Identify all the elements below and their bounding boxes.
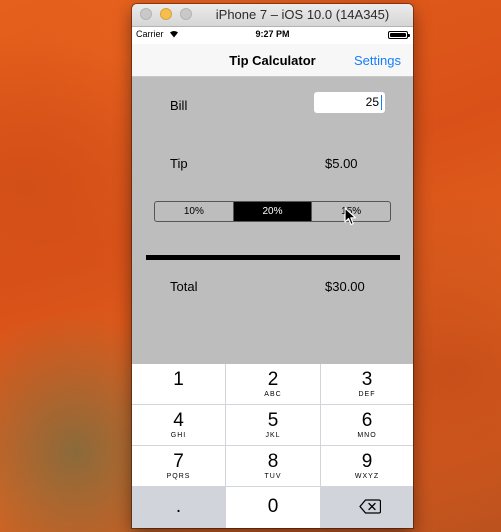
key-digit: 0 bbox=[267, 496, 279, 517]
bill-input-value: 25 bbox=[365, 95, 379, 109]
key-letters: PQRS bbox=[166, 473, 191, 480]
number-keypad: 1 2 ABC 3 DEF 4 GHI 5 JKL 6 MNO 7 PQRS 8 bbox=[132, 364, 413, 528]
tip-amount: $5.00 bbox=[325, 156, 358, 171]
key-letters: MNO bbox=[357, 432, 377, 439]
mouse-pointer-icon bbox=[344, 207, 357, 226]
key-digit: 4 bbox=[173, 410, 184, 431]
tip-option-20[interactable]: 20% bbox=[232, 202, 312, 221]
calculator-content: Bill 25 Tip $5.00 10% 20% 15% Total $30.… bbox=[132, 77, 413, 364]
key-digit: 7 bbox=[173, 451, 184, 472]
navigation-bar: Tip Calculator Settings bbox=[132, 44, 413, 77]
status-time: 9:27 PM bbox=[255, 29, 290, 39]
backspace-icon bbox=[359, 499, 381, 514]
key-letters: WXYZ bbox=[354, 473, 380, 480]
key-digit: 9 bbox=[361, 451, 373, 472]
key-delete[interactable] bbox=[321, 487, 413, 528]
key-3[interactable]: 3 DEF bbox=[321, 364, 413, 404]
text-caret bbox=[381, 95, 382, 110]
key-9[interactable]: 9 WXYZ bbox=[321, 446, 413, 486]
window-title: iPhone 7 – iOS 10.0 (14A345) bbox=[215, 7, 390, 22]
key-0[interactable]: 0 bbox=[226, 487, 320, 528]
window-titlebar[interactable]: iPhone 7 – iOS 10.0 (14A345) bbox=[132, 4, 413, 27]
total-label: Total bbox=[170, 279, 198, 294]
key-digit: 3 bbox=[361, 369, 373, 390]
key-6[interactable]: 6 MNO bbox=[321, 405, 413, 445]
key-letters: ABC bbox=[264, 391, 282, 398]
zoom-window-button[interactable] bbox=[180, 8, 192, 20]
simulator-window: iPhone 7 – iOS 10.0 (14A345) Carrier 9:2… bbox=[132, 4, 413, 528]
key-7[interactable]: 7 PQRS bbox=[132, 446, 225, 486]
settings-button[interactable]: Settings bbox=[354, 53, 401, 68]
key-decimal[interactable]: . bbox=[132, 487, 225, 528]
key-digit: 1 bbox=[173, 369, 184, 390]
key-letters: TUV bbox=[264, 473, 282, 480]
close-window-button[interactable] bbox=[140, 8, 152, 20]
key-digit: 8 bbox=[267, 451, 279, 472]
key-letters: DEF bbox=[358, 391, 376, 398]
status-bar: Carrier 9:27 PM bbox=[132, 26, 413, 44]
tip-label: Tip bbox=[170, 156, 188, 171]
key-5[interactable]: 5 JKL bbox=[226, 405, 320, 445]
key-1[interactable]: 1 bbox=[132, 364, 225, 404]
battery-icon bbox=[388, 31, 410, 39]
key-digit: 5 bbox=[267, 410, 279, 431]
total-amount: $30.00 bbox=[325, 279, 365, 294]
key-2[interactable]: 2 ABC bbox=[226, 364, 320, 404]
key-digit: 6 bbox=[361, 410, 373, 431]
key-8[interactable]: 8 TUV bbox=[226, 446, 320, 486]
key-digit: 2 bbox=[267, 369, 279, 390]
bill-input[interactable]: 25 bbox=[314, 92, 385, 113]
key-letters: GHI bbox=[170, 432, 187, 439]
key-letters: JKL bbox=[265, 432, 281, 439]
tip-option-10[interactable]: 10% bbox=[155, 202, 233, 221]
bill-label: Bill bbox=[170, 98, 188, 113]
minimize-window-button[interactable] bbox=[160, 8, 172, 20]
total-divider bbox=[146, 255, 400, 260]
key-4[interactable]: 4 GHI bbox=[132, 405, 225, 445]
